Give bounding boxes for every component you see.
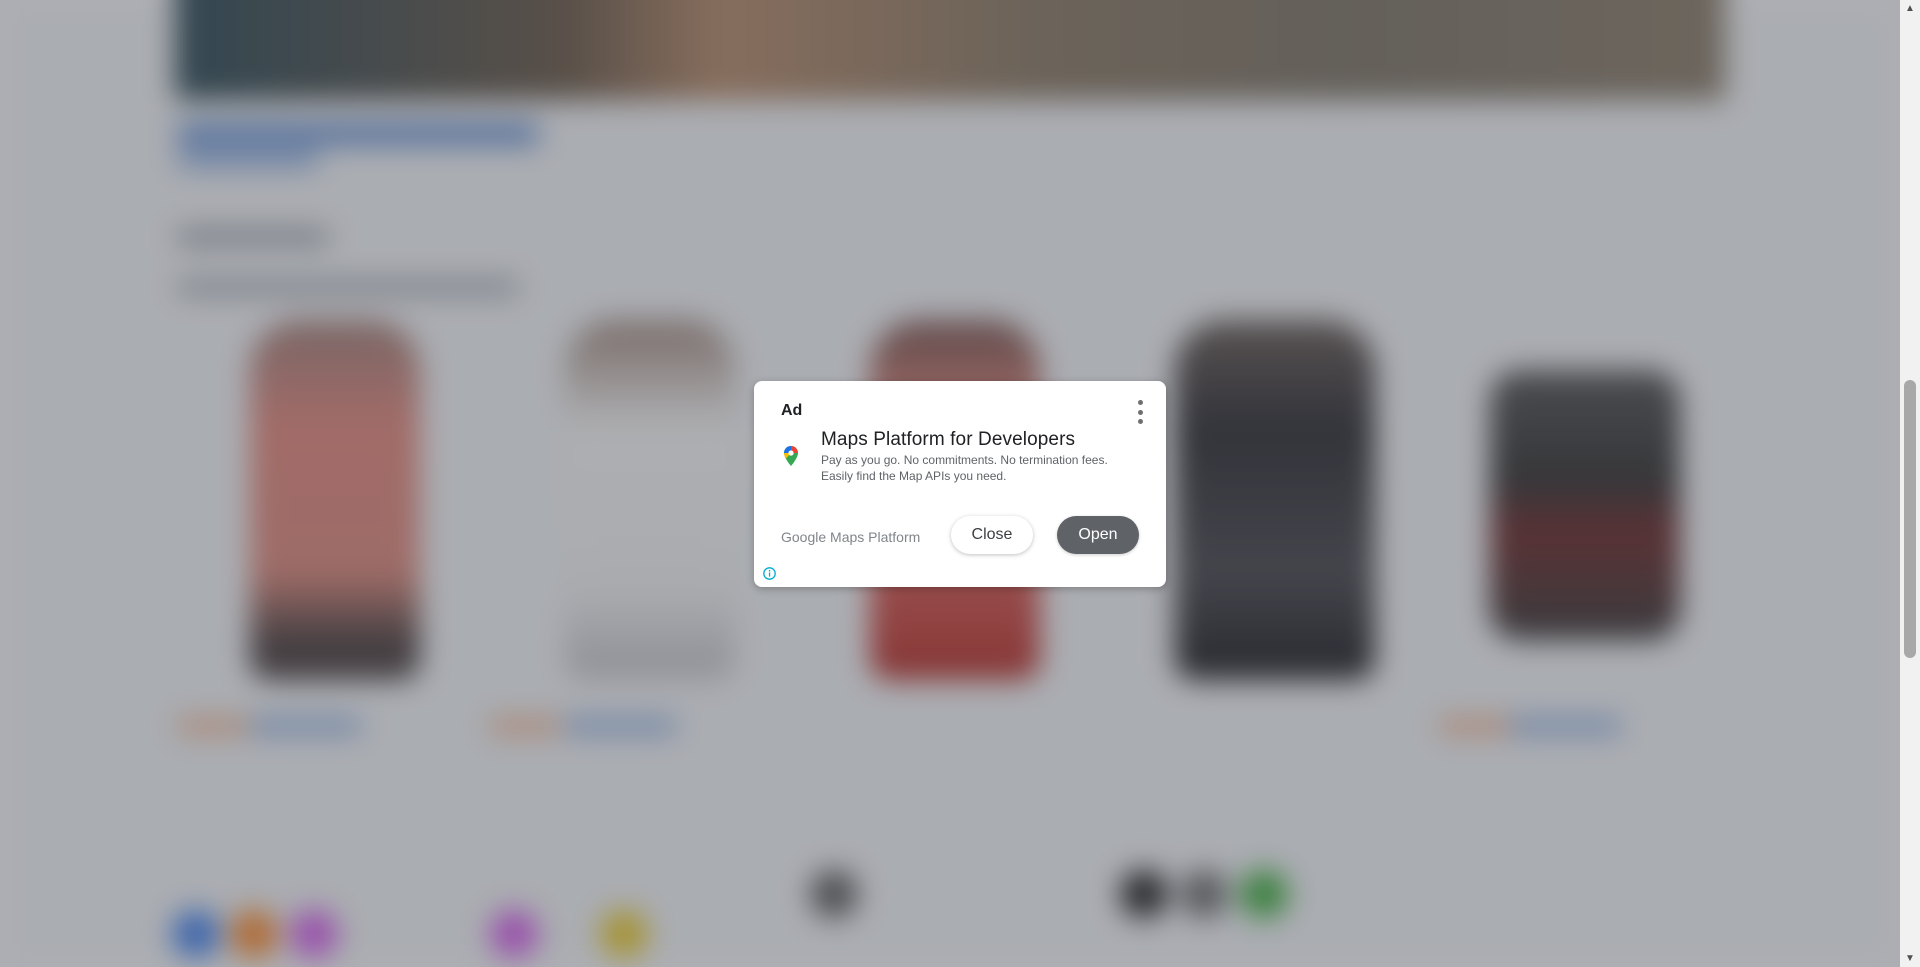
- ad-title[interactable]: Maps Platform for Developers: [821, 429, 1075, 451]
- more-vertical-icon[interactable]: [1136, 400, 1144, 424]
- scroll-up-arrow-icon[interactable]: ▲: [1900, 0, 1920, 17]
- close-button[interactable]: Close: [951, 516, 1033, 554]
- info-icon[interactable]: [763, 567, 776, 580]
- scroll-down-arrow-icon[interactable]: ▼: [1900, 950, 1920, 967]
- menu-dot: [1137, 409, 1143, 415]
- ad-advertiser[interactable]: Google Maps Platform: [781, 529, 920, 545]
- ad-dialog: Ad Maps Platform for Developers Pay as y…: [754, 381, 1166, 587]
- vertical-scrollbar[interactable]: ▲ ▼: [1900, 0, 1920, 967]
- ad-description-line: Easily find the Map APIs you need.: [821, 469, 1007, 483]
- page: ▲ ▼ Ad Maps Platform for Developers Pay …: [0, 0, 1920, 967]
- open-button[interactable]: Open: [1057, 516, 1139, 554]
- ad-description: Pay as you go. No commitments. No termin…: [821, 452, 1151, 484]
- menu-dot: [1137, 400, 1143, 405]
- scrollbar-thumb[interactable]: [1904, 380, 1916, 658]
- google-maps-pin-icon: [784, 446, 798, 466]
- ad-label: Ad: [781, 402, 803, 419]
- menu-dot: [1137, 419, 1143, 424]
- ad-description-line: Pay as you go. No commitments. No termin…: [821, 453, 1108, 467]
